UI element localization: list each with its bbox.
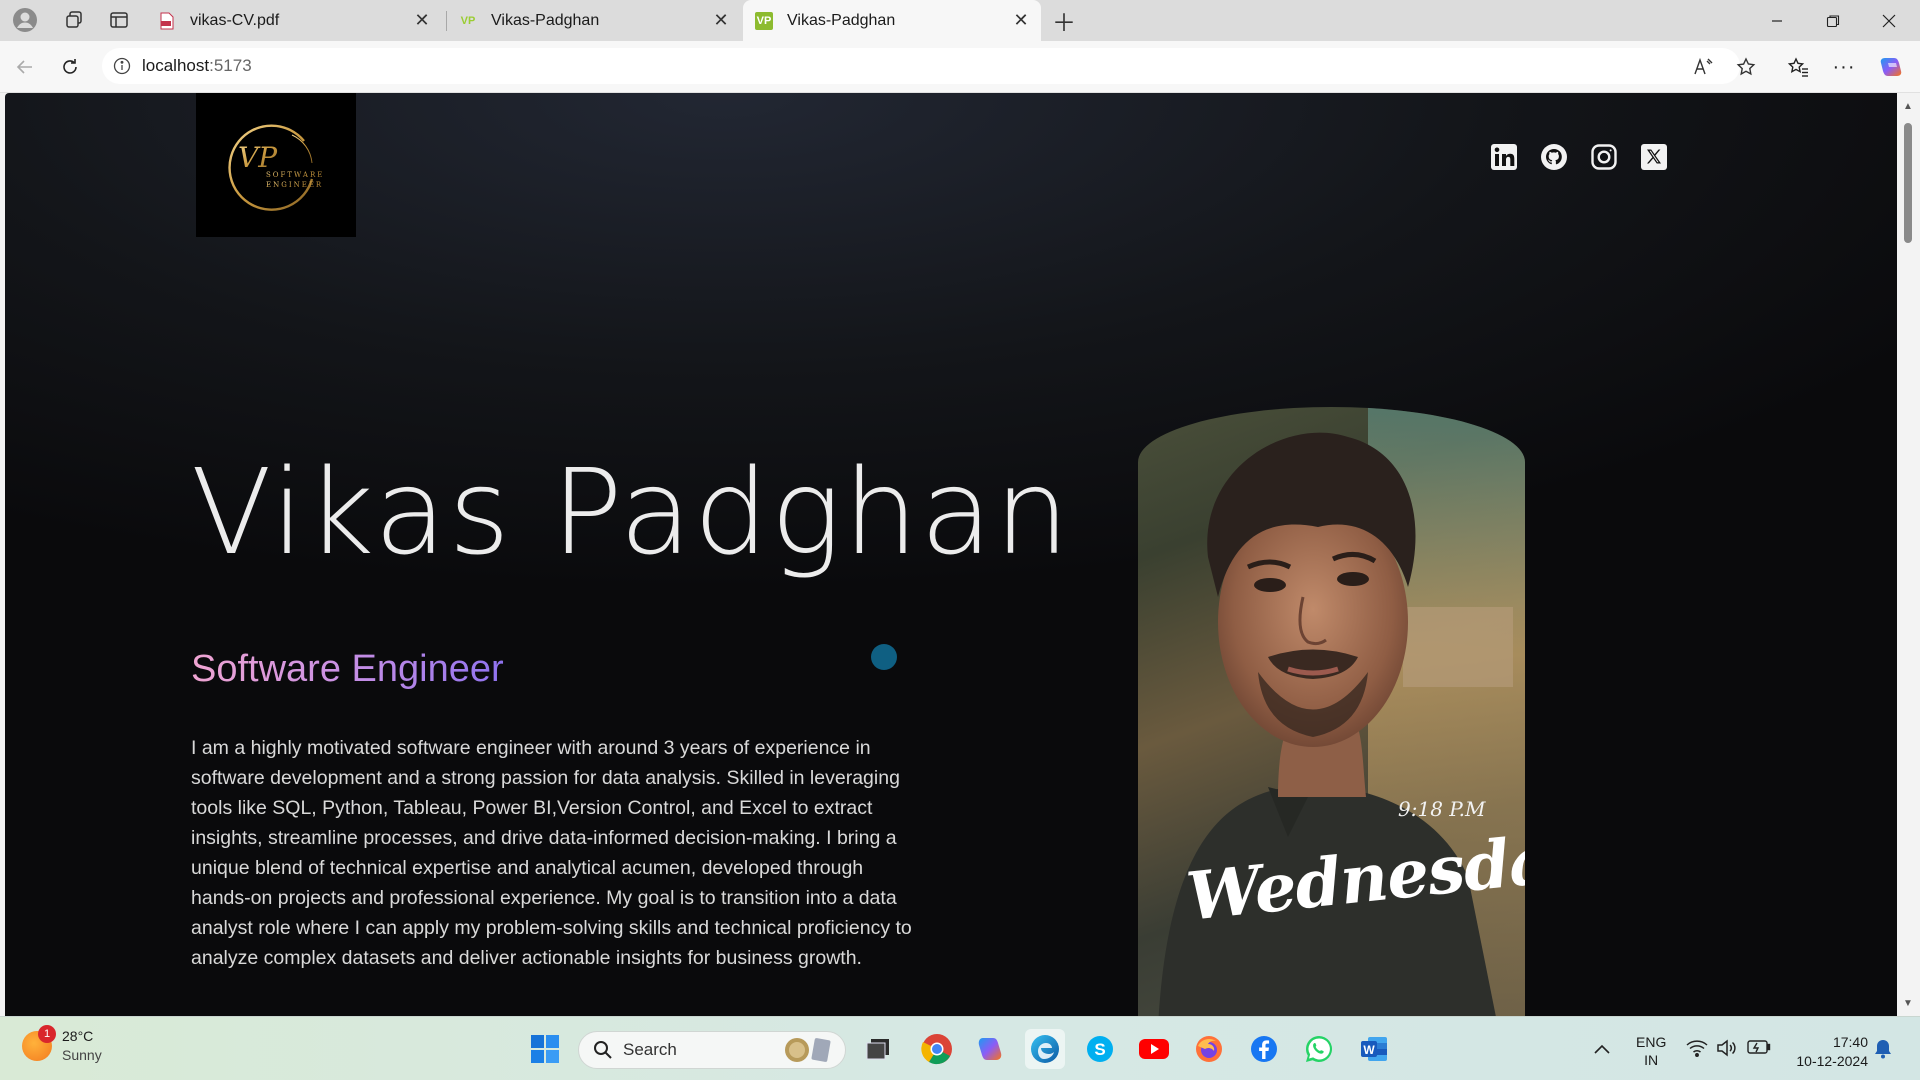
volume-icon[interactable]	[1716, 1039, 1738, 1057]
scroll-down-icon[interactable]: ▼	[1901, 996, 1915, 1010]
close-tab-icon[interactable]: ✕	[707, 7, 735, 35]
tab-vikas-padghan[interactable]: VP Vikas-Padghan ✕	[447, 0, 741, 41]
logo-monogram: VP	[238, 141, 278, 174]
language-indicator[interactable]: ENG IN	[1636, 1033, 1666, 1069]
profile-photo: 9:18 P.M Wednesday	[1138, 407, 1525, 1016]
copilot-icon[interactable]	[1874, 49, 1910, 85]
more-options-icon[interactable]: ···	[1826, 49, 1862, 85]
vp-favicon-icon: VP	[755, 11, 773, 30]
tab-vikas-padghan-active[interactable]: VP Vikas-Padghan ✕	[743, 0, 1041, 41]
page-viewport: VP SOFTWARE ENGINEER Vikas Padghan Softw…	[5, 93, 1897, 1016]
sun-icon: 1	[22, 1025, 56, 1061]
browser-toolbar: localhost:5173 ···	[0, 41, 1920, 93]
youtube-icon[interactable]	[1134, 1029, 1174, 1069]
close-tab-icon[interactable]: ✕	[1007, 7, 1035, 35]
hero-name: Vikas Padghan	[191, 443, 1072, 581]
tab-title: Vikas-Padghan	[787, 11, 896, 29]
tab-strip: vikas-CV.pdf ✕ VP Vikas-Padghan ✕ VP Vik…	[0, 0, 1920, 41]
site-info-icon[interactable]	[112, 56, 132, 76]
word-icon[interactable]: W	[1354, 1029, 1394, 1069]
taskbar-search[interactable]: Search	[578, 1031, 846, 1069]
system-clock[interactable]: 17:40 10-12-2024	[1788, 1033, 1868, 1071]
search-highlight-icon	[785, 1038, 831, 1062]
profile-icon[interactable]	[8, 6, 42, 34]
tab-title: Vikas-Padghan	[491, 11, 600, 29]
bio-paragraph: I am a highly motivated software enginee…	[191, 737, 912, 969]
new-tab-button[interactable]: ＋	[1047, 6, 1081, 37]
chevron-up-icon[interactable]	[1590, 1037, 1614, 1061]
page-scrollbar[interactable]: ▲ ▼	[1897, 93, 1920, 1016]
site-logo[interactable]: VP SOFTWARE ENGINEER	[196, 93, 356, 237]
edge-icon[interactable]	[1025, 1029, 1065, 1069]
photo-time-overlay: 9:18 P.M	[1398, 797, 1486, 821]
svg-text:W: W	[1363, 1043, 1375, 1057]
instagram-icon[interactable]	[1590, 143, 1618, 171]
minimize-button[interactable]	[1749, 0, 1805, 41]
weather-condition: Sunny	[62, 1047, 102, 1063]
task-view-icon[interactable]	[858, 1029, 898, 1069]
battery-icon[interactable]	[1747, 1040, 1771, 1054]
url-text: localhost:5173	[142, 56, 252, 75]
close-window-button[interactable]	[1861, 0, 1917, 41]
copilot-app-icon[interactable]	[971, 1029, 1011, 1069]
vp-favicon-icon: VP	[460, 14, 476, 27]
notification-badge: 1	[38, 1025, 56, 1043]
search-icon	[594, 1041, 612, 1059]
skype-icon[interactable]: S	[1080, 1029, 1120, 1069]
wifi-icon[interactable]	[1686, 1039, 1708, 1057]
start-button[interactable]	[525, 1029, 565, 1069]
chrome-icon[interactable]	[917, 1029, 957, 1069]
svg-text:S: S	[1094, 1040, 1105, 1059]
whatsapp-icon[interactable]	[1299, 1029, 1339, 1069]
github-icon[interactable]	[1540, 143, 1568, 171]
weather-temp: 28°C	[62, 1028, 94, 1044]
refresh-button[interactable]	[52, 49, 88, 85]
tab-title: vikas-CV.pdf	[190, 11, 280, 29]
favorites-icon[interactable]	[1780, 49, 1816, 85]
workspaces-icon[interactable]	[57, 6, 91, 34]
tab-vikas-cv[interactable]: vikas-CV.pdf ✕	[146, 0, 442, 41]
x-icon[interactable]	[1640, 143, 1668, 171]
windows-taskbar: 1 28°C Sunny Search S W ENG IN 17:40 10-…	[0, 1016, 1920, 1080]
close-tab-icon[interactable]: ✕	[408, 7, 436, 35]
logo-tagline: SOFTWARE	[266, 171, 324, 179]
search-label: Search	[623, 1040, 677, 1059]
back-button[interactable]	[7, 49, 43, 85]
role-title: Software Engineer	[191, 648, 504, 690]
notification-bell-icon[interactable]	[1874, 1039, 1892, 1059]
restore-button[interactable]	[1805, 0, 1861, 41]
read-aloud-icon[interactable]	[1686, 49, 1722, 85]
weather-widget[interactable]: 1 28°C Sunny	[22, 1025, 102, 1065]
scrollbar-thumb[interactable]	[1904, 123, 1912, 243]
pdf-icon	[158, 12, 176, 30]
social-links	[1490, 143, 1668, 171]
vertical-tabs-icon[interactable]	[102, 6, 136, 34]
cursor-dot	[871, 644, 897, 670]
logo-tagline: ENGINEER	[266, 181, 323, 189]
facebook-icon[interactable]	[1244, 1029, 1284, 1069]
address-bar[interactable]: localhost:5173	[102, 48, 1740, 84]
favorite-star-icon[interactable]	[1728, 49, 1764, 85]
linkedin-icon[interactable]	[1490, 143, 1518, 171]
firefox-icon[interactable]	[1189, 1029, 1229, 1069]
scroll-up-icon[interactable]: ▲	[1901, 99, 1915, 113]
